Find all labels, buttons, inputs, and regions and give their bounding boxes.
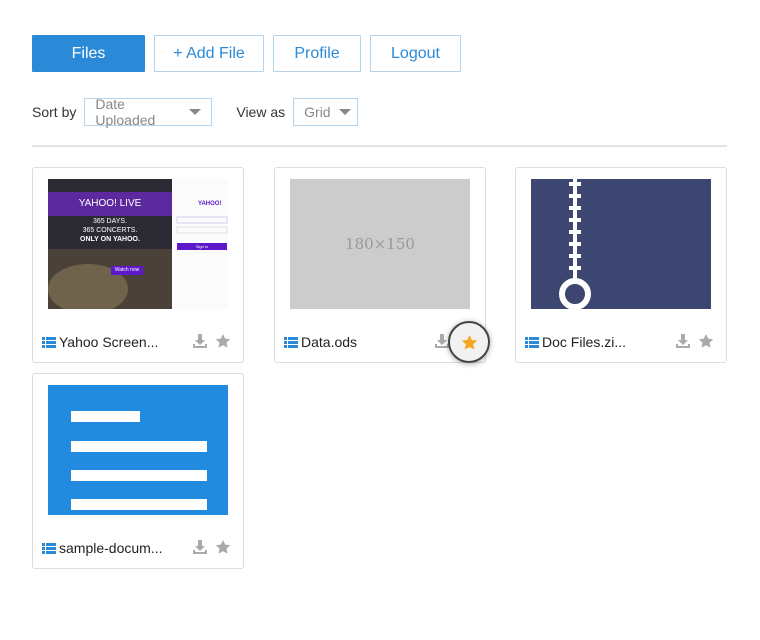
list-icon [525, 336, 539, 348]
yahoo-tagline: 365 DAYS. 365 CONCERTS. ONLY ON YAHOO. [48, 217, 172, 244]
star-button-highlight[interactable] [448, 321, 490, 363]
file-caption: sample-docum... [42, 540, 162, 556]
logout-button[interactable]: Logout [370, 35, 461, 72]
file-thumbnail[interactable]: 180×150 [290, 179, 470, 309]
profile-button[interactable]: Profile [273, 35, 361, 72]
file-name[interactable]: Doc Files.zi... [542, 334, 626, 350]
file-thumbnail[interactable] [531, 179, 711, 309]
list-icon [42, 542, 56, 554]
list-icon [42, 336, 56, 348]
add-file-button[interactable]: + Add File [154, 35, 264, 72]
star-icon[interactable] [698, 333, 714, 349]
file-caption: Yahoo Screen... [42, 334, 158, 350]
file-actions [185, 333, 231, 349]
star-filled-icon[interactable] [461, 334, 478, 351]
view-controls: Sort by Date Uploaded View as Grid [32, 96, 359, 128]
file-caption: Doc Files.zi... [525, 334, 626, 350]
document-icon [71, 411, 207, 510]
top-nav: Files + Add File Profile Logout [32, 35, 470, 72]
file-thumbnail[interactable]: YAHOO! LIVE 365 DAYS. 365 CONCERTS. ONLY… [48, 179, 228, 309]
yahoo-logo-text: YAHOO! LIVE [78, 198, 142, 209]
download-icon[interactable] [675, 333, 691, 349]
file-name[interactable]: Yahoo Screen... [59, 334, 158, 350]
file-card[interactable]: sample-docum... [32, 373, 244, 569]
file-card[interactable]: YAHOO! LIVE 365 DAYS. 365 CONCERTS. ONLY… [32, 167, 244, 363]
sort-by-label: Sort by [32, 104, 77, 120]
yahoo-tagline-line: 365 CONCERTS. [82, 227, 138, 234]
yahoo-tagline-line: 365 DAYS. [92, 218, 128, 225]
sort-by-select[interactable]: Date Uploaded [84, 96, 213, 128]
yahoo-signin-logo: YAHOO! [198, 201, 222, 207]
view-as-select[interactable]: Grid [293, 98, 359, 126]
chevron-down-icon [338, 109, 351, 115]
yahoo-tagline-line: ONLY ON YAHOO. [80, 236, 140, 243]
file-name[interactable]: Data.ods [301, 334, 357, 350]
file-actions [668, 333, 714, 349]
placeholder-text: 180×150 [345, 235, 415, 253]
list-icon [284, 336, 298, 348]
star-icon[interactable] [215, 333, 231, 349]
yahoo-signin-button: Sign in [195, 244, 209, 249]
download-icon[interactable] [192, 333, 208, 349]
file-caption: Data.ods [284, 334, 357, 350]
chevron-down-icon [189, 109, 202, 115]
view-as-value: Grid [304, 104, 331, 120]
file-actions [185, 539, 231, 555]
sort-by-value: Date Uploaded [95, 96, 156, 128]
file-card[interactable]: Doc Files.zi... [515, 167, 727, 363]
file-thumbnail[interactable] [48, 385, 228, 515]
zip-icon [559, 179, 591, 309]
star-icon[interactable] [215, 539, 231, 555]
divider [32, 145, 727, 147]
files-button[interactable]: Files [32, 35, 145, 72]
yahoo-cta: Watch now [114, 267, 140, 273]
download-icon[interactable] [192, 539, 208, 555]
file-name[interactable]: sample-docum... [59, 540, 162, 556]
view-as-label: View as [236, 104, 286, 120]
